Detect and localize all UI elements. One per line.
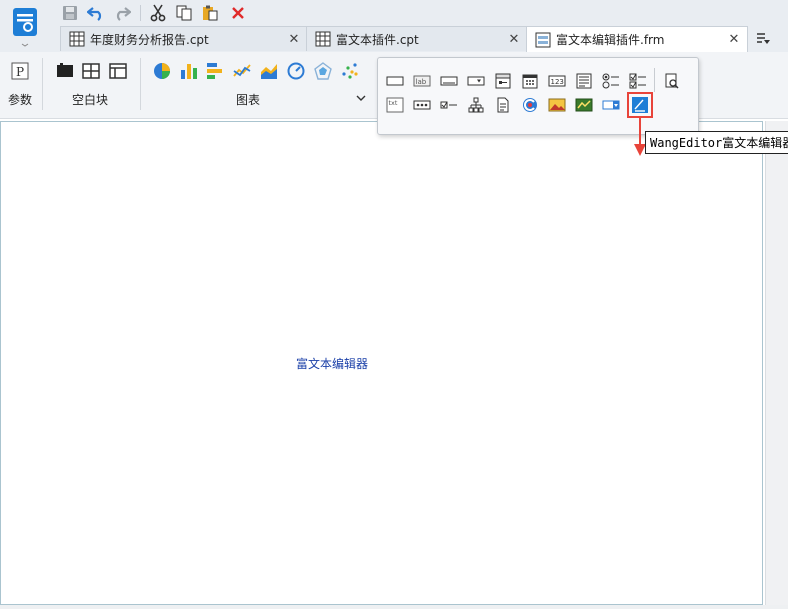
image-widget-icon[interactable] bbox=[546, 94, 568, 116]
grid-layout-icon[interactable] bbox=[82, 62, 100, 80]
bottom-edge bbox=[0, 605, 788, 609]
date-widget-icon[interactable] bbox=[519, 70, 541, 92]
vertical-scrollbar[interactable] bbox=[765, 121, 788, 609]
text-widget-icon[interactable]: txt bbox=[384, 94, 406, 116]
textfield-widget-icon[interactable] bbox=[438, 70, 460, 92]
bar-chart-icon[interactable] bbox=[180, 62, 198, 80]
form-design-canvas[interactable] bbox=[0, 121, 763, 605]
form-icon bbox=[535, 32, 551, 48]
radar-chart-icon[interactable] bbox=[314, 62, 332, 80]
label-widget-icon[interactable]: lab bbox=[411, 70, 433, 92]
group-label-chart: 图表 bbox=[235, 93, 260, 107]
gauge-chart-icon[interactable] bbox=[287, 62, 305, 80]
checkbox-widget-icon[interactable] bbox=[438, 94, 460, 116]
area-chart-icon[interactable] bbox=[260, 62, 278, 80]
app-logo-icon[interactable] bbox=[7, 4, 43, 48]
close-icon[interactable]: ✕ bbox=[507, 32, 521, 47]
undo-icon[interactable] bbox=[86, 3, 106, 23]
combo-check-icon[interactable] bbox=[600, 94, 622, 116]
widget-tooltip: WangEditor富文本编辑器 bbox=[645, 131, 788, 154]
popup-divider bbox=[654, 68, 655, 92]
radio-group-icon[interactable] bbox=[600, 70, 622, 92]
combobox-widget-icon[interactable] bbox=[465, 70, 487, 92]
textarea-widget-icon[interactable] bbox=[573, 70, 595, 92]
close-icon[interactable]: ✕ bbox=[727, 32, 741, 47]
delete-icon[interactable] bbox=[228, 3, 248, 23]
quick-access-toolbar bbox=[56, 0, 256, 26]
cut-icon[interactable] bbox=[148, 3, 168, 23]
tab-annual-finance-report[interactable]: 年度财务分析报告.cpt ✕ bbox=[60, 26, 308, 51]
svg-text:lab: lab bbox=[416, 78, 427, 86]
number-widget-icon[interactable]: 123 bbox=[546, 70, 568, 92]
tree-widget-icon[interactable] bbox=[465, 94, 487, 116]
group-label-blank-block: 空白块 bbox=[71, 93, 108, 107]
redo-icon[interactable] bbox=[112, 3, 132, 23]
checkbox-group-icon[interactable] bbox=[627, 70, 649, 92]
paste-icon[interactable] bbox=[200, 3, 220, 23]
chevron-down-icon[interactable] bbox=[355, 92, 367, 104]
tab-label: 富文本插件.cpt bbox=[336, 32, 419, 47]
line-chart-icon[interactable] bbox=[233, 62, 251, 80]
tab-layout-icon[interactable] bbox=[109, 62, 127, 80]
tab-richtext-editor-plugin[interactable]: 富文本编辑插件.frm ✕ bbox=[526, 26, 748, 52]
save-icon[interactable] bbox=[60, 3, 80, 23]
svg-text:txt: txt bbox=[389, 99, 398, 107]
chart-widget-icon[interactable] bbox=[573, 94, 595, 116]
button-widget-icon[interactable] bbox=[384, 70, 406, 92]
highlight-box bbox=[627, 92, 653, 118]
horizontal-bar-chart-icon[interactable] bbox=[206, 62, 224, 80]
svg-text:P: P bbox=[16, 65, 24, 79]
file-widget-icon[interactable] bbox=[492, 94, 514, 116]
preview-search-icon[interactable] bbox=[661, 70, 683, 92]
parameter-icon[interactable]: P bbox=[11, 62, 29, 80]
absolute-layout-icon[interactable] bbox=[56, 62, 74, 80]
document-tab-bar: 年度财务分析报告.cpt ✕ 富文本插件.cpt ✕ 富文本编辑插件.frm ✕ bbox=[56, 26, 788, 52]
scatter-chart-icon[interactable] bbox=[341, 62, 359, 80]
tab-list-menu-icon[interactable] bbox=[752, 30, 774, 48]
report-grid-icon bbox=[69, 31, 85, 47]
tab-richtext-plugin[interactable]: 富文本插件.cpt ✕ bbox=[306, 26, 528, 51]
rich-editor-widget-label[interactable]: 富文本编辑器 bbox=[296, 355, 368, 372]
copy-icon[interactable] bbox=[174, 3, 194, 23]
pie-chart-icon[interactable] bbox=[153, 62, 171, 80]
tab-label: 富文本编辑插件.frm bbox=[556, 33, 665, 47]
close-icon[interactable]: ✕ bbox=[287, 32, 301, 47]
iframe-widget-icon[interactable] bbox=[519, 94, 541, 116]
svg-text:123: 123 bbox=[551, 78, 564, 86]
tree-combobox-icon[interactable] bbox=[492, 70, 514, 92]
tab-label: 年度财务分析报告.cpt bbox=[90, 32, 209, 47]
password-widget-icon[interactable] bbox=[411, 94, 433, 116]
group-label-parameter: 参数 bbox=[7, 93, 32, 107]
report-grid-icon bbox=[315, 31, 331, 47]
